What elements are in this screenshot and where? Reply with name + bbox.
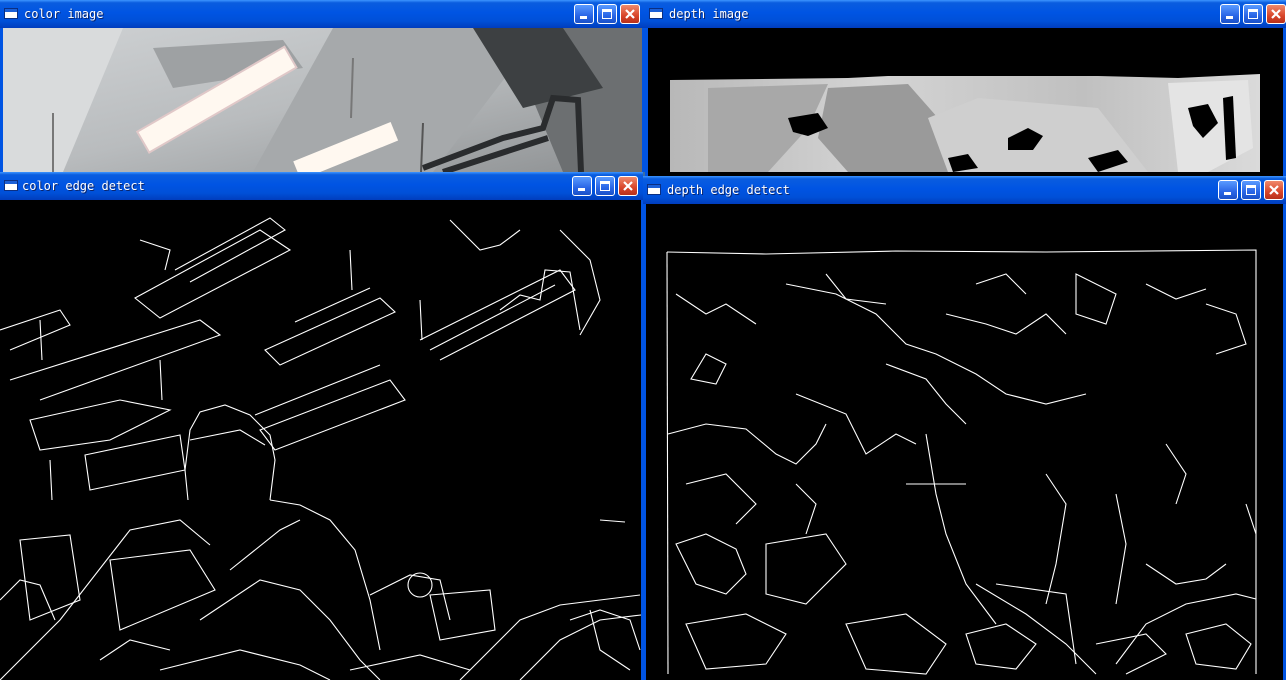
color-edge-canvas	[0, 200, 641, 680]
close-icon	[1271, 9, 1281, 19]
window-title: color image	[24, 7, 104, 21]
close-button[interactable]	[620, 4, 640, 24]
color-image-photo	[3, 28, 642, 172]
depth-image-canvas	[648, 28, 1283, 176]
maximize-button[interactable]	[1243, 4, 1263, 24]
close-icon	[625, 9, 635, 19]
color-image-canvas	[3, 28, 642, 172]
window-title: depth image	[669, 7, 749, 21]
depth-image-titlebar[interactable]: depth image	[645, 0, 1286, 28]
color-edge-image	[0, 217, 641, 680]
maximize-button[interactable]	[597, 4, 617, 24]
depth-edge-image	[666, 249, 1257, 675]
minimize-button[interactable]	[1220, 4, 1240, 24]
color-edge-window[interactable]: color edge detect	[0, 172, 643, 680]
minimize-button[interactable]	[574, 4, 594, 24]
depth-image-window[interactable]: depth image	[645, 0, 1286, 176]
color-image-window[interactable]: color image	[0, 0, 645, 172]
window-icon[interactable]	[4, 8, 18, 19]
close-icon	[623, 181, 633, 191]
depth-edge-canvas	[646, 204, 1283, 680]
close-button[interactable]	[618, 176, 638, 196]
depth-edge-titlebar[interactable]: depth edge detect	[643, 176, 1286, 204]
window-icon[interactable]	[647, 184, 661, 195]
maximize-icon	[1248, 9, 1258, 19]
maximize-icon	[602, 9, 612, 19]
minimize-icon	[1226, 16, 1233, 19]
minimize-icon	[580, 16, 587, 19]
window-icon[interactable]	[649, 8, 663, 19]
window-title: depth edge detect	[667, 183, 790, 197]
maximize-button[interactable]	[595, 176, 615, 196]
window-icon[interactable]	[4, 180, 18, 191]
color-image-titlebar[interactable]: color image	[0, 0, 645, 28]
minimize-icon	[1224, 192, 1231, 195]
minimize-button[interactable]	[572, 176, 592, 196]
maximize-icon	[600, 181, 610, 191]
depth-edge-window[interactable]: depth edge detect	[643, 176, 1286, 680]
close-button[interactable]	[1266, 4, 1286, 24]
depth-image-photo	[648, 28, 1283, 176]
minimize-icon	[578, 188, 585, 191]
minimize-button[interactable]	[1218, 180, 1238, 200]
window-title: color edge detect	[22, 179, 145, 193]
close-icon	[1269, 185, 1279, 195]
maximize-button[interactable]	[1241, 180, 1261, 200]
close-button[interactable]	[1264, 180, 1284, 200]
maximize-icon	[1246, 185, 1256, 195]
color-edge-titlebar[interactable]: color edge detect	[0, 172, 643, 200]
